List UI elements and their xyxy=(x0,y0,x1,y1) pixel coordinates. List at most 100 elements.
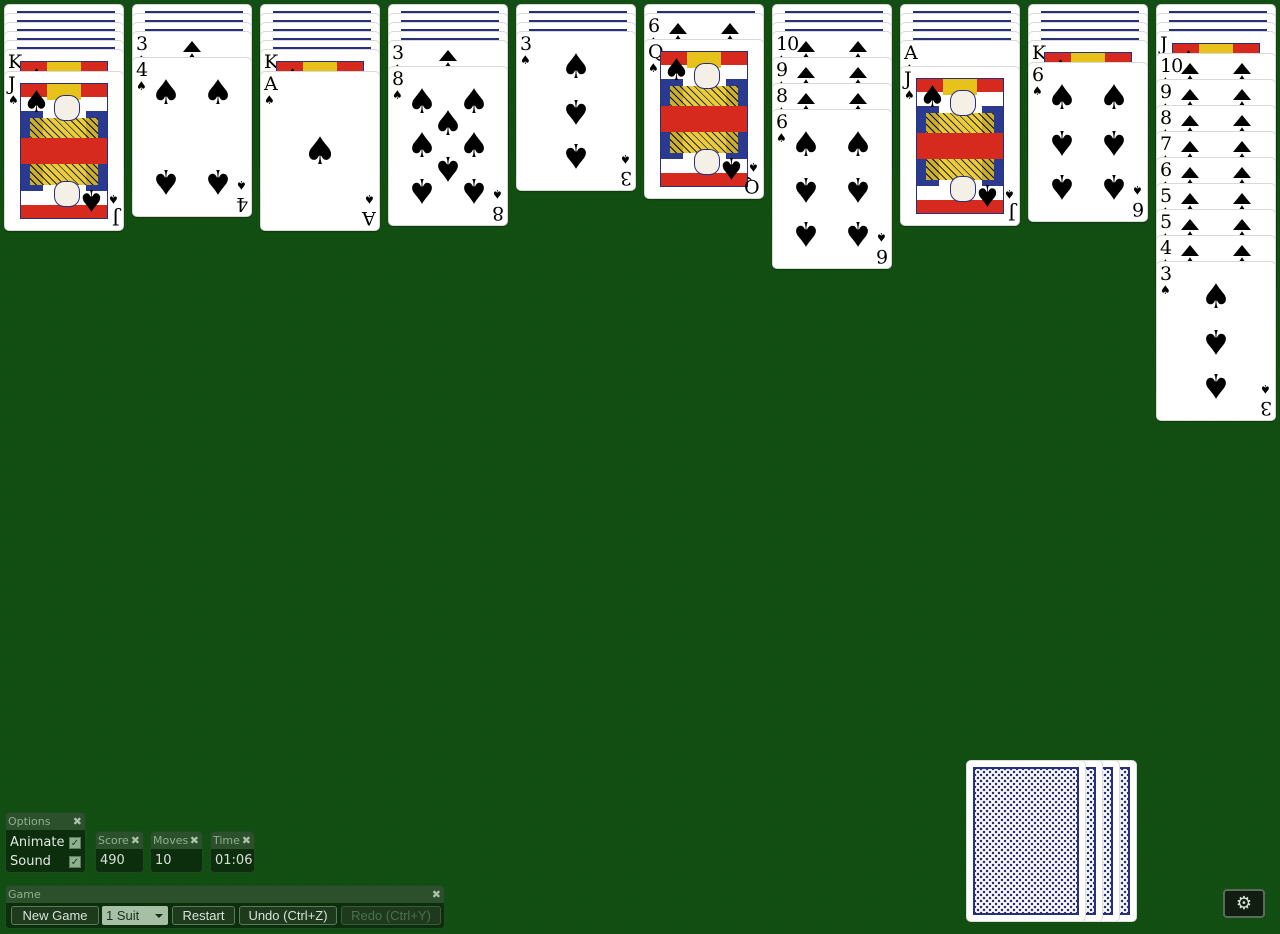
card-rank: 3 xyxy=(1160,263,1172,285)
game-title-label: Game xyxy=(8,888,41,901)
card-rank: 7 xyxy=(1160,133,1172,155)
spade-icon: ♠ xyxy=(620,152,631,166)
gears-icon: ⚙ xyxy=(1235,893,1253,914)
court-art-detail xyxy=(661,105,747,133)
stock-pile[interactable] xyxy=(966,760,1140,922)
spade-icon: ♠ xyxy=(236,178,247,192)
card-rank: 3 xyxy=(136,33,148,55)
spade-icon: ♠ xyxy=(1200,276,1232,317)
spade-icon: ♠ xyxy=(150,161,182,202)
suit-count-value: 1 Suit xyxy=(106,908,140,923)
tableau: K♠♠♠K♠J♠♠♠J♠3♠♠♠♠3♠4♠♠♠♠♠4♠K♠♠♠K♠A♠♠A♠3♠… xyxy=(0,0,1280,760)
spade-icon: ♠ xyxy=(136,79,147,93)
card-j-of-spades[interactable]: J♠♠♠J♠ xyxy=(900,66,1020,226)
card-j-of-spades[interactable]: J♠♠♠J♠ xyxy=(4,71,124,231)
card-4-of-spades[interactable]: 4♠♠♠♠♠4♠ xyxy=(132,57,252,217)
court-art-detail xyxy=(949,176,976,203)
spade-icon: ♠ xyxy=(790,124,822,165)
sound-label: Sound xyxy=(10,854,51,869)
court-card-art: ♠♠ xyxy=(916,78,1004,214)
undo-button[interactable]: Undo (Ctrl+Z) xyxy=(239,906,337,925)
card-rank: A xyxy=(904,42,918,64)
score-panel: Score ✖ 490 xyxy=(95,831,144,873)
court-art-detail xyxy=(917,132,1003,160)
spade-icon: ♠ xyxy=(842,124,874,165)
moves-value: 10 xyxy=(155,853,172,868)
card-rank: 3 xyxy=(392,42,404,64)
sound-option: Sound ✓ xyxy=(6,852,85,871)
settings-button[interactable]: ⚙ xyxy=(1223,889,1265,918)
card-q-of-spades[interactable]: Q ♠ ♠ ♠ Q ♠ xyxy=(644,39,764,199)
card-rank: 4 xyxy=(235,193,248,215)
redo-button: Redo (Ctrl+Y) xyxy=(341,906,441,925)
stock-card[interactable] xyxy=(966,760,1086,922)
card-rank: 6 xyxy=(776,111,788,133)
spade-icon: ♠ xyxy=(1046,166,1078,207)
spade-icon: ♠ xyxy=(560,135,592,176)
card-rank: 6 xyxy=(1131,198,1144,220)
score-panel-title: Score ✖ xyxy=(96,832,143,849)
spade-icon: ♠ xyxy=(776,131,787,145)
card-rank: J xyxy=(1008,202,1016,224)
card-rank: 5 xyxy=(1160,211,1172,233)
card-rank: 6 xyxy=(1032,64,1044,86)
card-rank: 5 xyxy=(1160,185,1172,207)
spade-icon: ♠ xyxy=(364,192,375,206)
spade-icon: ♠ xyxy=(560,46,592,87)
spade-icon: ♠ xyxy=(842,169,874,209)
spade-icon: ♠ xyxy=(392,88,403,102)
close-icon[interactable]: ✖ xyxy=(73,813,82,830)
spade-icon: ♠ xyxy=(1098,77,1130,118)
card-rank: J xyxy=(8,73,16,95)
card-rank: 8 xyxy=(491,202,504,224)
card-rank: 3 xyxy=(619,167,632,189)
spade-icon: ♠ xyxy=(303,129,338,173)
animate-option: Animate ✓ xyxy=(6,833,85,852)
spade-icon: ♠ xyxy=(150,72,182,113)
spade-icon: ♠ xyxy=(919,80,946,115)
card-a-of-spades[interactable]: A♠♠A♠ xyxy=(260,71,380,231)
new-game-button[interactable]: New Game xyxy=(11,906,99,925)
card-8-of-spades[interactable]: 8♠♠♠♠♠♠♠♠♠8♠ xyxy=(388,66,508,226)
card-6-of-spades[interactable]: 6♠♠♠♠♠♠♠6♠ xyxy=(772,109,892,269)
spade-icon: ♠ xyxy=(520,53,531,67)
score-title-label: Score xyxy=(98,834,129,847)
card-rank: 6 xyxy=(648,15,660,37)
card-rank: Q xyxy=(744,175,760,197)
spade-icon: ♠ xyxy=(663,53,690,88)
card-rank: A xyxy=(264,73,278,95)
spade-icon: ♠ xyxy=(8,93,19,107)
spade-icon: ♠ xyxy=(202,161,234,202)
spade-icon: ♠ xyxy=(1132,183,1143,197)
spade-icon: ♠ xyxy=(1200,365,1232,406)
court-art-detail xyxy=(53,181,80,208)
spade-icon: ♠ xyxy=(718,150,745,185)
sound-checkbox[interactable]: ✓ xyxy=(69,855,81,868)
court-art-detail xyxy=(21,137,107,165)
spade-icon: ♠ xyxy=(492,187,503,201)
spade-icon: ♠ xyxy=(202,72,234,113)
spade-icon: ♠ xyxy=(264,93,275,107)
spade-icon: ♠ xyxy=(790,213,822,254)
card-rank: A xyxy=(362,207,376,229)
close-icon[interactable]: ✖ xyxy=(432,886,441,903)
spade-icon: ♠ xyxy=(1098,166,1130,207)
court-art-detail xyxy=(693,62,720,89)
spade-icon: ♠ xyxy=(842,213,874,254)
spade-icon: ♠ xyxy=(23,85,50,120)
moves-panel: Moves ✖ 10 xyxy=(150,831,203,873)
card-3-of-spades[interactable]: 3♠♠♠♠3♠ xyxy=(516,31,636,191)
court-card-art: ♠♠ xyxy=(20,83,108,219)
restart-button[interactable]: Restart xyxy=(172,906,235,925)
card-6-of-spades[interactable]: 6♠♠♠♠♠♠♠6♠ xyxy=(1028,62,1148,222)
close-icon[interactable]: ✖ xyxy=(242,832,251,849)
game-panel-title: Game ✖ xyxy=(6,886,444,903)
animate-checkbox[interactable]: ✓ xyxy=(69,836,81,849)
close-icon[interactable]: ✖ xyxy=(190,832,199,849)
suit-count-select[interactable]: 1 Suit xyxy=(102,906,168,925)
card-rank: J xyxy=(112,207,120,229)
card-3-of-spades[interactable]: 3♠♠♠♠3♠ xyxy=(1156,261,1276,421)
time-title-label: Time xyxy=(213,834,240,847)
close-icon[interactable]: ✖ xyxy=(131,832,140,849)
animate-label: Animate xyxy=(10,835,65,850)
